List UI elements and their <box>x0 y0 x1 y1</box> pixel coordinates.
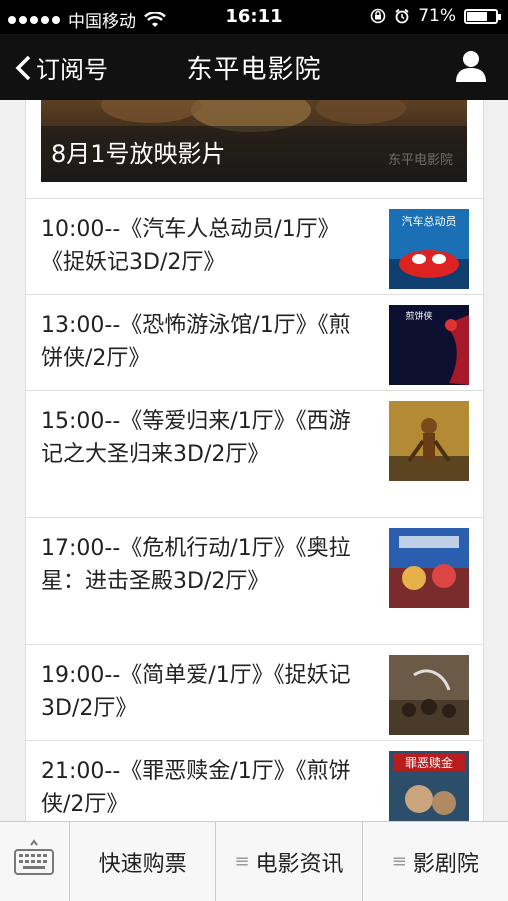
nav-bar: 订阅号 东平电影院 <box>0 34 508 100</box>
status-bar: 中国移动 16:11 71% <box>0 0 508 34</box>
banner-image: 8月1号放映影片 东平电影院 <box>41 100 467 182</box>
movie-poster: 汽车总动员 <box>389 209 469 289</box>
menu-buy-tickets[interactable]: 快速购票 <box>70 822 217 901</box>
schedule-item[interactable]: 13:00--《恐怖游泳馆/1厅》《煎饼侠/2厅》 煎饼侠 <box>26 294 483 391</box>
schedule-text: 19:00--《简单爱/1厅》《捉妖记3D/2厅》 <box>41 663 351 721</box>
back-button[interactable]: 订阅号 <box>14 50 108 85</box>
schedule-item[interactable]: 19:00--《简单爱/1厅》《捉妖记3D/2厅》 <box>26 644 483 741</box>
poster-title: 罪恶赎金 <box>405 755 453 770</box>
back-label: 订阅号 <box>36 56 108 84</box>
schedule-item[interactable]: 10:00--《汽车人总动员/1厅》《捉妖记3D/2厅》 汽车总动员 <box>26 198 483 295</box>
keyboard-icon <box>14 839 54 875</box>
keyboard-toggle-button[interactable] <box>0 822 70 901</box>
movie-poster: 煎饼侠 <box>389 305 469 385</box>
menu-movie-news[interactable]: ≡ 电影资讯 <box>216 822 363 901</box>
orientation-lock-icon <box>370 8 386 24</box>
schedule-text: 15:00--《等爱归来/1厅》《西游记之大圣归来3D/2厅》 <box>41 409 351 467</box>
bottom-menu-bar: 快速购票 ≡ 电影资讯 ≡ 影剧院 <box>0 821 508 901</box>
battery-icon <box>464 8 501 24</box>
movie-poster <box>389 528 469 608</box>
schedule-text: 10:00--《汽车人总动员/1厅》《捉妖记3D/2厅》 <box>41 217 340 275</box>
schedule-item[interactable]: 21:00--《罪恶赎金/1厅》《煎饼侠/2厅》 罪恶赎金 <box>26 740 483 821</box>
menu-list-icon: ≡ <box>391 851 407 872</box>
chevron-left-icon <box>15 55 31 80</box>
watermark: 东平电影院 <box>387 153 453 168</box>
menu-theater[interactable]: ≡ 影剧院 <box>363 822 508 901</box>
poster-title: 煎饼侠 <box>405 310 432 322</box>
movie-poster <box>389 655 469 735</box>
poster-title: 汽车总动员 <box>402 214 457 228</box>
movie-poster: 罪恶赎金 <box>389 751 469 821</box>
movie-poster <box>389 401 469 481</box>
schedule-item[interactable]: 17:00--《危机行动/1厅》《奥拉星：进击圣殿3D/2厅》 <box>26 517 483 645</box>
battery-percent: 71% <box>418 6 456 26</box>
user-icon[interactable] <box>454 49 488 83</box>
menu-list-icon: ≡ <box>234 851 250 872</box>
menu-buy-label: 快速购票 <box>98 851 187 877</box>
article-content: 8月1号放映影片 东平电影院 10:00--《汽车人总动员/1厅》《捉妖记3D/… <box>25 100 484 821</box>
schedule-text: 17:00--《危机行动/1厅》《奥拉星：进击圣殿3D/2厅》 <box>41 536 351 594</box>
schedule-text: 13:00--《恐怖游泳馆/1厅》《煎饼侠/2厅》 <box>41 313 351 371</box>
alarm-icon <box>395 8 409 24</box>
schedule-item[interactable]: 15:00--《等爱归来/1厅》《西游记之大圣归来3D/2厅》 <box>26 390 483 518</box>
menu-news-label: 电影资讯 <box>255 851 344 877</box>
menu-theater-label: 影剧院 <box>412 851 479 877</box>
schedule-text: 21:00--《罪恶赎金/1厅》《煎饼侠/2厅》 <box>41 759 351 817</box>
